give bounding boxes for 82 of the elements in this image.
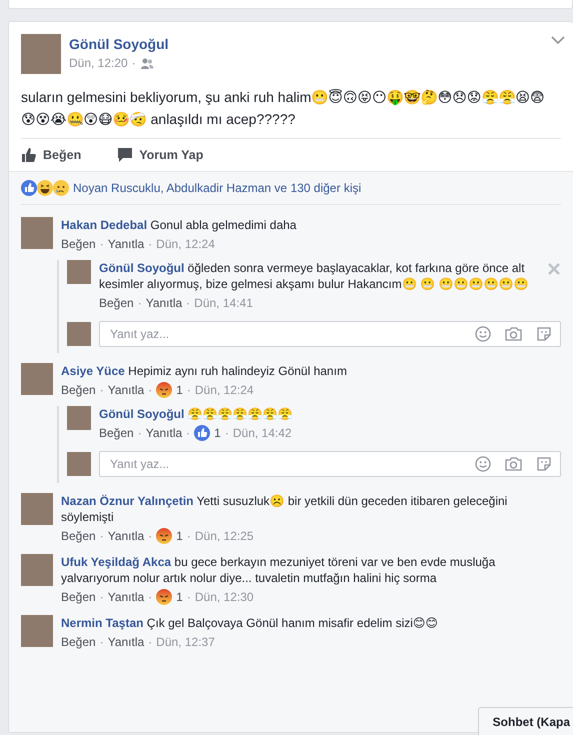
comment-text: Asiye Yüce Hepimiz aynı ruh halindeyiz Gönül hanım xyxy=(61,363,348,379)
user-avatar[interactable] xyxy=(67,452,91,476)
separator-dot: · xyxy=(148,528,152,544)
reply-link[interactable]: Yanıtla xyxy=(146,425,182,441)
user-avatar[interactable] xyxy=(67,322,91,346)
like-reaction-icon xyxy=(21,180,37,196)
sticker-icon xyxy=(536,456,552,472)
comment-text: Gönül Soyoğul 😤😤😤😤😤😤😤 xyxy=(99,406,294,422)
reply-box[interactable]: Yanıt yaz... xyxy=(99,321,561,347)
crying-face-icon xyxy=(53,180,69,196)
separator-dot: · xyxy=(148,589,152,605)
reply-link[interactable]: Yanıtla xyxy=(108,382,144,398)
like-button[interactable]: Beğen xyxy=(21,147,82,163)
comment-text: Hakan Dedebal Gonul abla gelmedimi daha xyxy=(61,217,298,233)
comment-text: Gönül Soyoğul öğleden sonra vermeye başlayacaklar, kot farkına göre önce alt kesimler alıyormuş, bize gelmesi akşamı bulur Hakancım😬 😬 😬😬😬😬😬😬 xyxy=(99,260,530,292)
separator-dot: · xyxy=(100,634,104,650)
comment-text: Nermin Taştan Çık gel Balçovaya Gönül hanım misafir edelim sizi😊😊 xyxy=(61,615,439,631)
reply-link[interactable]: Yanıtla xyxy=(108,528,144,544)
separator-dot: · xyxy=(148,634,152,650)
reply-input[interactable]: Yanıt yaz... xyxy=(108,456,461,472)
user-avatar[interactable] xyxy=(21,493,53,525)
separator-dot: · xyxy=(186,382,191,398)
comment-button[interactable]: Yorum Yap xyxy=(117,147,204,163)
chevron-down-icon xyxy=(551,36,565,44)
separator-dot: · xyxy=(186,295,190,311)
like-link[interactable]: Beğen xyxy=(99,425,134,441)
separator-dot: · xyxy=(138,425,142,441)
chat-tab[interactable]: Sohbet (Kapa xyxy=(478,707,573,735)
angry-face-icon xyxy=(156,589,172,605)
friends-icon xyxy=(140,56,154,70)
camera-icon xyxy=(505,456,522,472)
separator-dot: · xyxy=(224,425,229,441)
user-avatar[interactable] xyxy=(21,217,53,249)
comment-text: Ufuk Yeşildağ Akca bu gece berkayın mezuniyet töreni var ve ben evde musluğa yalvarıyorum nolur artık nolur diye... tuvaletin mutfağın halini hiç sorma xyxy=(61,554,496,586)
user-avatar[interactable] xyxy=(21,363,53,395)
separator-dot: · xyxy=(100,528,104,544)
reaction-count[interactable]: 1 xyxy=(176,589,183,605)
author-name[interactable]: Gönül Soyoğul xyxy=(69,36,169,52)
separator-dot: · xyxy=(138,295,142,311)
author-photo[interactable] xyxy=(21,34,61,74)
like-reaction-icon xyxy=(194,425,210,441)
separator-dot: · xyxy=(100,589,104,605)
like-link[interactable]: Beğen xyxy=(99,295,134,311)
comment-text: Nazan Öznur Yalınçetin Yetti susuzluk☹ bir yetkili dün geceden itibaren geleceğini söylemişti xyxy=(61,493,508,525)
separator-dot: · xyxy=(100,382,104,398)
separator-dot: · xyxy=(148,382,152,398)
reply-link[interactable]: Yanıtla xyxy=(146,295,182,311)
separator-dot: · xyxy=(132,56,136,70)
user-avatar[interactable] xyxy=(21,554,53,586)
angry-face-icon xyxy=(156,382,172,398)
reply-input[interactable]: Yanıt yaz... xyxy=(108,326,461,342)
reply-link[interactable]: Yanıtla xyxy=(108,634,144,650)
smiley-icon xyxy=(475,326,491,342)
like-link[interactable]: Beğen xyxy=(61,382,96,398)
post-text: suların gelmesini bekliyorum, şu anki ruh halim😬😇🙃😝😶🤑🤓🤔😳😞😟😤😤😫😨😰😵😭🤐😲😷🤒🤕 anlaşıldı mı acep????? xyxy=(21,88,546,129)
separator-dot: · xyxy=(100,236,104,252)
sticker-icon xyxy=(536,326,552,342)
like-link[interactable]: Beğen xyxy=(61,634,96,650)
reply-link[interactable]: Yanıtla xyxy=(108,236,144,252)
reaction-count[interactable]: 1 xyxy=(214,425,221,441)
separator-dot: · xyxy=(186,425,190,441)
user-avatar[interactable] xyxy=(21,615,53,647)
camera-icon xyxy=(505,326,522,342)
reactions-summary[interactable]: Noyan Ruscuklu, Abdulkadir Hazman ve 130 diğer kişi xyxy=(73,181,362,195)
user-avatar[interactable] xyxy=(67,406,91,430)
reply-box[interactable]: Yanıt yaz... xyxy=(99,451,561,477)
laughing-face-icon xyxy=(37,180,53,196)
smiley-icon xyxy=(475,456,491,472)
reply-link[interactable]: Yanıtla xyxy=(108,589,144,605)
reaction-count[interactable]: 1 xyxy=(176,528,183,544)
user-avatar[interactable] xyxy=(67,260,91,284)
close-icon xyxy=(547,262,561,276)
like-link[interactable]: Beğen xyxy=(61,236,96,252)
angry-face-icon xyxy=(156,528,172,544)
like-link[interactable]: Beğen xyxy=(61,528,96,544)
thumbs-up-icon xyxy=(21,147,37,163)
like-link[interactable]: Beğen xyxy=(61,589,96,605)
separator-dot: · xyxy=(186,528,191,544)
speech-bubble-icon xyxy=(117,147,134,163)
separator-dot: · xyxy=(186,589,191,605)
separator-dot: · xyxy=(148,236,152,252)
reaction-count[interactable]: 1 xyxy=(176,382,183,398)
